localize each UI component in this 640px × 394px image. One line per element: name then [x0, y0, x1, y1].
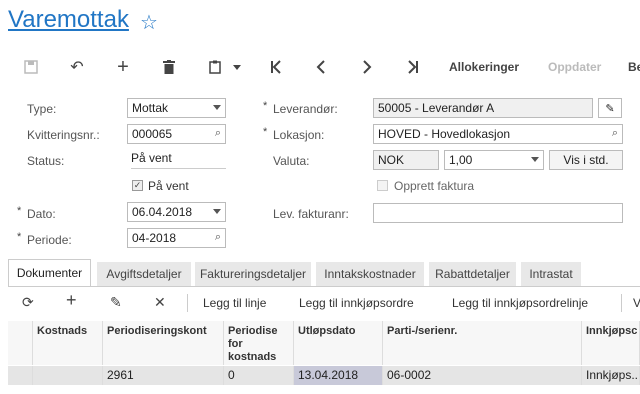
page-title: Varemottak [8, 6, 129, 33]
required-marker: * [17, 231, 22, 243]
period-field[interactable]: 04-2018 ⌕ [127, 228, 226, 248]
add-icon[interactable]: + [66, 290, 77, 311]
receipt-no-value: 000065 [132, 127, 173, 141]
edit-supplier-button[interactable]: ✎ [598, 98, 622, 118]
type-value: Mottak [132, 101, 169, 115]
date-label: Dato: [27, 207, 56, 221]
last-record-icon[interactable] [402, 56, 424, 78]
supplier-label: Leverandør: [273, 102, 338, 116]
required-marker: * [17, 205, 22, 217]
allocations-button[interactable]: Allokeringer [449, 60, 519, 74]
type-label: Type: [27, 102, 57, 116]
currency-field: NOK [373, 150, 439, 170]
table-cell[interactable]: 13.04.2018 [294, 366, 383, 385]
search-icon[interactable]: ⌕ [215, 127, 221, 140]
column-header[interactable]: Utløpsdato [294, 321, 383, 365]
table-cell[interactable] [33, 366, 103, 385]
chevron-down-icon [213, 209, 221, 214]
supplier-field[interactable]: 50005 - Leverandør A [373, 98, 593, 118]
currency-label: Valuta: [273, 154, 310, 168]
row-selector[interactable] [8, 366, 33, 385]
receipt-no-label: Kvitteringsnr.: [27, 128, 100, 142]
save-icon[interactable] [20, 56, 42, 78]
star-outline-icon[interactable]: ☆ [140, 10, 158, 35]
status-value: På vent [131, 151, 226, 169]
add-po-line-button[interactable]: Legg til innkjøpsordrelinje [452, 296, 588, 310]
date-value: 06.04.2018 [132, 205, 193, 219]
required-marker: * [263, 100, 268, 112]
divider [621, 294, 622, 312]
previous-record-icon[interactable] [310, 56, 332, 78]
exchange-rate-value: 1,00 [449, 153, 473, 167]
tab-intrastat[interactable]: Intrastat [521, 262, 581, 286]
on-hold-label: På vent [148, 179, 189, 193]
on-hold-checkbox[interactable]: ✓ [132, 180, 143, 191]
undo-icon[interactable]: ↶ [66, 56, 88, 78]
location-value: HOVED - Hovedlokasjon [378, 127, 511, 141]
chevron-down-icon [531, 157, 539, 162]
period-label: Periode: [27, 233, 72, 247]
search-icon[interactable]: ⌕ [215, 231, 221, 244]
delete-icon[interactable] [158, 56, 180, 78]
status-label: Status: [27, 154, 65, 168]
location-field[interactable]: HOVED - Hovedlokasjon ⌕ [373, 124, 623, 144]
view-base-button[interactable]: Vis i std. [549, 150, 623, 170]
date-field[interactable]: 06.04.2018 [127, 202, 226, 222]
add-po-button[interactable]: Legg til innkjøpsordre [299, 296, 414, 310]
more-button[interactable]: Be [628, 60, 640, 74]
chevron-down-icon[interactable] [230, 56, 244, 78]
close-icon[interactable]: ✕ [154, 294, 166, 311]
table-cell[interactable]: Innkjøps.. [582, 366, 640, 385]
chevron-down-icon [213, 105, 221, 110]
supplier-value: 50005 - Leverandør A [378, 101, 495, 115]
tab-documents[interactable]: Dokumenter [8, 259, 91, 286]
receipt-no-field[interactable]: 000065 ⌕ [127, 124, 226, 144]
location-label: Lokasjon: [273, 128, 325, 142]
required-marker: * [263, 126, 268, 138]
tab-billing-details[interactable]: Faktureringsdetaljer [195, 262, 311, 286]
tab-bar: Dokumenter Avgiftsdetaljer Faktureringsd… [8, 259, 640, 286]
add-line-button[interactable]: Legg til linje [203, 296, 266, 310]
create-invoice-label: Opprett faktura [394, 179, 475, 193]
tab-landed-costs[interactable]: Inntakskostnader [316, 262, 424, 286]
table-cell[interactable]: 0 [224, 366, 294, 385]
clipboard-icon[interactable] [204, 56, 226, 78]
column-header[interactable]: Innkjøpsc [582, 321, 640, 365]
column-header[interactable]: Parti-/serienr. [383, 321, 582, 365]
column-header[interactable]: Periodiseringskont [103, 321, 224, 365]
search-icon[interactable]: ⌕ [612, 127, 618, 140]
table-cell[interactable]: 06-0002 [383, 366, 582, 385]
period-value: 04-2018 [132, 231, 177, 245]
first-record-icon[interactable] [265, 56, 287, 78]
add-icon[interactable]: + [112, 56, 134, 78]
tab-discount-details[interactable]: Rabattdetaljer [429, 262, 516, 286]
refresh-icon[interactable]: ⟳ [22, 294, 34, 311]
type-select[interactable]: Mottak [127, 98, 226, 118]
row-selector-header [8, 321, 33, 365]
supplier-invoice-field[interactable] [373, 203, 623, 223]
currency-value: NOK [378, 153, 405, 167]
tab-tax-details[interactable]: Avgiftsdetaljer [97, 262, 191, 286]
pencil-icon[interactable]: ✎ [110, 294, 122, 311]
create-invoice-checkbox[interactable] [377, 180, 388, 191]
next-record-icon[interactable] [356, 56, 378, 78]
view-base-label: Vis i std. [563, 153, 609, 167]
supplier-invoice-label: Lev. fakturanr: [273, 207, 349, 221]
more-grid-button[interactable]: V [633, 296, 640, 310]
divider [187, 294, 188, 312]
update-button[interactable]: Oppdater [548, 60, 601, 74]
column-header[interactable]: Kostnads [33, 321, 103, 365]
table-cell[interactable]: 2961 [103, 366, 224, 385]
pencil-icon: ✎ [605, 102, 615, 115]
column-header[interactable]: Periodise for kostnads [224, 321, 294, 365]
exchange-rate-select[interactable]: 1,00 [444, 150, 544, 170]
